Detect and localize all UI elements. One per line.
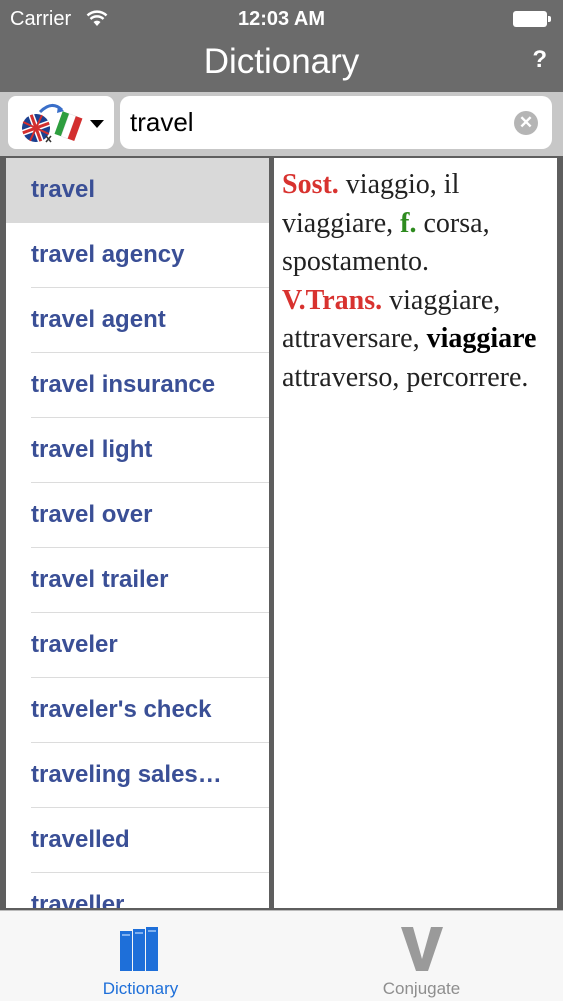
flags-icon (21, 104, 104, 143)
word-label: travel (31, 176, 96, 203)
language-switch-button[interactable] (8, 96, 114, 149)
tab-conjugate[interactable]: Conjugate (281, 911, 562, 1001)
word-list-item[interactable]: traveler's check (6, 678, 269, 743)
part-of-speech-verb: V.Trans. (282, 284, 383, 316)
status-time: 12:03 AM (237, 8, 326, 30)
tab-bar: Dictionary Conjugate (0, 910, 563, 1001)
word-label: travel light (31, 436, 153, 463)
word-list-item[interactable]: travel insurance (6, 353, 269, 418)
word-list-item[interactable]: travel (6, 158, 269, 223)
word-list: travel travel agency travel agent travel… (6, 158, 269, 908)
part-of-speech-noun: Sost. (282, 169, 339, 200)
word-list-item[interactable]: travelled (6, 808, 269, 873)
word-label: travel insurance (31, 371, 216, 398)
search-field: ✕ (120, 96, 552, 149)
content-area: travel travel agency travel agent travel… (0, 156, 563, 910)
word-label: travel agency (31, 241, 185, 268)
battery-icon (513, 11, 551, 27)
word-list-item[interactable]: travel agent (6, 288, 269, 353)
tab-dictionary-label: Dictionary (102, 979, 179, 998)
word-label: travel agent (31, 306, 166, 333)
word-list-item[interactable]: travel trailer (6, 548, 269, 613)
definition-segment: attraverso, percorrere. (282, 361, 529, 393)
tab-conjugate-label: Conjugate (382, 979, 461, 998)
status-bar: Carrier 12:03 AM (0, 0, 563, 38)
word-list-item[interactable]: traveller (6, 873, 269, 908)
clear-icon-glyph: ✕ (518, 113, 534, 132)
tab-dictionary[interactable]: Dictionary (0, 911, 281, 1001)
word-list-item[interactable]: traveling sales… (6, 743, 269, 808)
word-label: traveller (31, 891, 125, 908)
word-label: traveling sales… (31, 761, 222, 788)
word-list-item[interactable]: travel agency (6, 223, 269, 288)
clear-icon[interactable]: ✕ (514, 111, 538, 135)
word-label: traveler's check (31, 696, 212, 723)
word-list-item[interactable]: traveler (6, 613, 269, 678)
bold-phrase: viaggiare (426, 323, 537, 354)
word-list-item[interactable]: travel over (6, 483, 269, 548)
word-label: travel trailer (31, 566, 169, 593)
word-label: travelled (31, 826, 130, 853)
books-icon (120, 927, 158, 971)
definition-pane: Sost. viaggio, il viaggiare, f. corsa, s… (274, 158, 557, 908)
word-list-item[interactable]: travel light (6, 418, 269, 483)
page-title: Dictionary (203, 42, 360, 81)
verb-v-icon (401, 927, 443, 971)
word-label: traveler (31, 631, 118, 658)
definition-text: Sost. viaggio, il viaggiare, f. corsa, s… (282, 166, 551, 397)
search-row: ✕ (0, 92, 563, 156)
gender-marker: f. (400, 207, 417, 239)
word-label: travel over (31, 501, 153, 528)
search-input[interactable] (130, 104, 510, 140)
help-button[interactable]: ? (532, 46, 547, 74)
navigation-bar: Dictionary ? (0, 38, 563, 92)
